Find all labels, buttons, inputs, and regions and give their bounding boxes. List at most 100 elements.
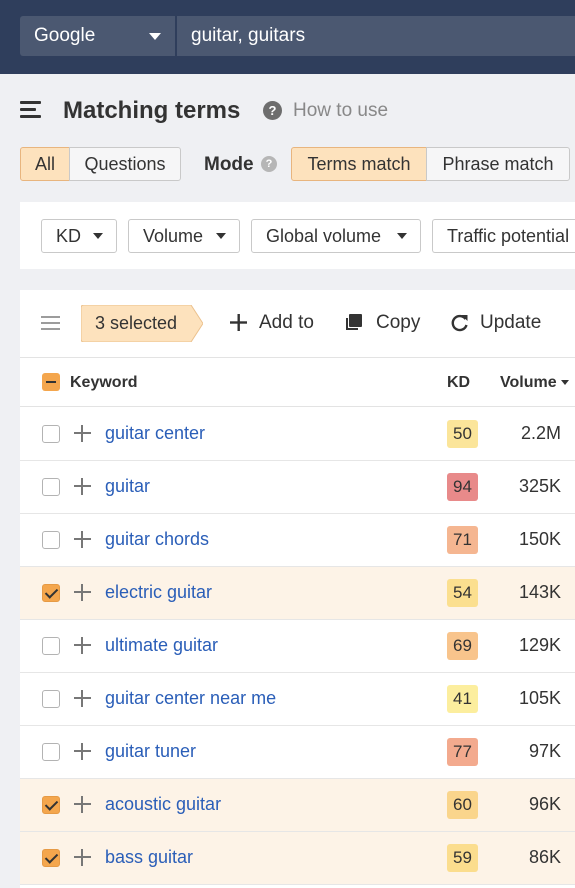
add-keyword-icon[interactable] [74, 478, 91, 495]
table-row[interactable]: electric guitar 54 143K [20, 567, 575, 620]
volume-value: 143K [518, 582, 561, 602]
keyword-query-input[interactable]: guitar, guitars [177, 16, 575, 56]
page-title: Matching terms [63, 97, 241, 124]
keyword-link[interactable]: acoustic guitar [105, 794, 221, 815]
volume-value: 105K [518, 688, 561, 708]
mode-label: Mode [204, 154, 254, 175]
row-checkbox[interactable] [42, 743, 60, 761]
add-keyword-icon[interactable] [74, 425, 91, 442]
add-keyword-icon[interactable] [74, 584, 91, 601]
volume-value: 325K [518, 476, 561, 496]
kd-badge: 77 [447, 738, 478, 766]
search-engine-label: Google [34, 25, 96, 46]
sort-desc-icon [560, 380, 569, 385]
kd-badge: 69 [447, 632, 478, 660]
table-row[interactable]: ultimate guitar 69 129K [20, 620, 575, 673]
phrase-match-toggle[interactable]: Phrase match [426, 147, 570, 181]
keyword-link[interactable]: electric guitar [105, 582, 212, 603]
update-label: Update [480, 312, 542, 333]
kd-badge: 71 [447, 526, 478, 554]
caret-down-icon [149, 33, 161, 40]
keyword-link[interactable]: guitar tuner [105, 741, 196, 762]
scope-questions-toggle[interactable]: Questions [69, 147, 181, 181]
mode-help-icon[interactable]: ? [261, 156, 277, 172]
row-checkbox[interactable] [42, 584, 60, 602]
search-engine-select[interactable]: Google [20, 16, 175, 56]
traffic-potential-filter-dropdown[interactable]: Traffic potential [432, 219, 575, 253]
add-to-label: Add to [259, 312, 314, 333]
add-to-button[interactable]: Add to [230, 312, 314, 334]
volume-value: 86K [528, 847, 561, 867]
search-bar: Google guitar, guitars [0, 0, 575, 74]
table-header: Keyword KD Volume [20, 358, 575, 407]
copy-label: Copy [376, 312, 421, 333]
add-keyword-icon[interactable] [74, 849, 91, 866]
volume-column-header[interactable]: Volume [500, 374, 569, 392]
volume-column-label: Volume [500, 374, 557, 391]
traffic-potential-filter-label: Traffic potential [447, 226, 570, 246]
table-row[interactable]: guitar center near me 41 105K [20, 673, 575, 726]
volume-filter-label: Volume [143, 226, 204, 246]
volume-value: 96K [528, 794, 561, 814]
selected-count-label: 3 selected [95, 313, 178, 333]
row-checkbox[interactable] [42, 690, 60, 708]
caret-down-icon [216, 233, 226, 239]
volume-filter-dropdown[interactable]: Volume [128, 219, 240, 253]
table-row[interactable]: bass guitar 59 86K [20, 832, 575, 885]
row-checkbox[interactable] [42, 425, 60, 443]
add-keyword-icon[interactable] [74, 743, 91, 760]
keyword-column-header[interactable]: Keyword [70, 374, 138, 392]
caret-down-icon [93, 233, 103, 239]
row-checkbox[interactable] [42, 849, 60, 867]
add-keyword-icon[interactable] [74, 690, 91, 707]
volume-value: 97K [528, 741, 561, 761]
row-checkbox[interactable] [42, 531, 60, 549]
plus-icon [230, 314, 247, 331]
global-volume-filter-label: Global volume [266, 226, 382, 246]
update-button[interactable]: Update [451, 312, 541, 334]
table-row[interactable]: acoustic guitar 60 96K [20, 779, 575, 832]
kd-badge: 54 [447, 579, 478, 607]
keyword-link[interactable]: guitar center near me [105, 688, 276, 709]
how-to-use-link[interactable]: How to use [293, 100, 388, 122]
table-row[interactable]: guitar tuner 77 97K [20, 726, 575, 779]
volume-value: 129K [518, 635, 561, 655]
menu-icon[interactable] [20, 101, 41, 118]
row-checkbox[interactable] [42, 478, 60, 496]
kd-filter-dropdown[interactable]: KD [41, 219, 117, 253]
copy-button[interactable]: Copy [345, 312, 420, 334]
kd-badge: 41 [447, 685, 478, 713]
add-keyword-icon[interactable] [74, 531, 91, 548]
kd-badge: 60 [447, 791, 478, 819]
table-toolbar: 3 selected Add to Copy Update [20, 290, 575, 358]
table-row[interactable]: guitar center 50 2.2M [20, 408, 575, 461]
terms-match-toggle[interactable]: Terms match [291, 147, 427, 181]
row-checkbox[interactable] [42, 796, 60, 814]
add-keyword-icon[interactable] [74, 637, 91, 654]
keyword-link[interactable]: ultimate guitar [105, 635, 218, 656]
select-all-checkbox[interactable] [42, 373, 60, 391]
help-icon[interactable]: ? [263, 101, 282, 120]
kd-badge: 50 [447, 420, 478, 448]
kd-column-header[interactable]: KD [447, 374, 470, 392]
keyword-link[interactable]: guitar chords [105, 529, 209, 550]
kd-badge: 94 [447, 473, 478, 501]
copy-icon [346, 314, 362, 330]
table-row[interactable]: guitar 94 325K [20, 461, 575, 514]
volume-value: 150K [518, 529, 561, 549]
scope-all-toggle[interactable]: All [20, 147, 70, 181]
refresh-icon [451, 314, 468, 332]
keyword-link[interactable]: guitar [105, 476, 150, 497]
selected-count-badge: 3 selected [81, 305, 203, 342]
add-keyword-icon[interactable] [74, 796, 91, 813]
kd-badge: 59 [447, 844, 478, 872]
table-row[interactable]: guitar chords 71 150K [20, 514, 575, 567]
keyword-link[interactable]: bass guitar [105, 847, 193, 868]
global-volume-filter-dropdown[interactable]: Global volume [251, 219, 421, 253]
row-checkbox[interactable] [42, 637, 60, 655]
kd-filter-label: KD [56, 226, 82, 246]
volume-value: 2.2M [520, 423, 561, 443]
column-settings-icon[interactable] [41, 316, 60, 331]
indeterminate-dash-icon [46, 381, 56, 383]
keyword-link[interactable]: guitar center [105, 423, 205, 444]
